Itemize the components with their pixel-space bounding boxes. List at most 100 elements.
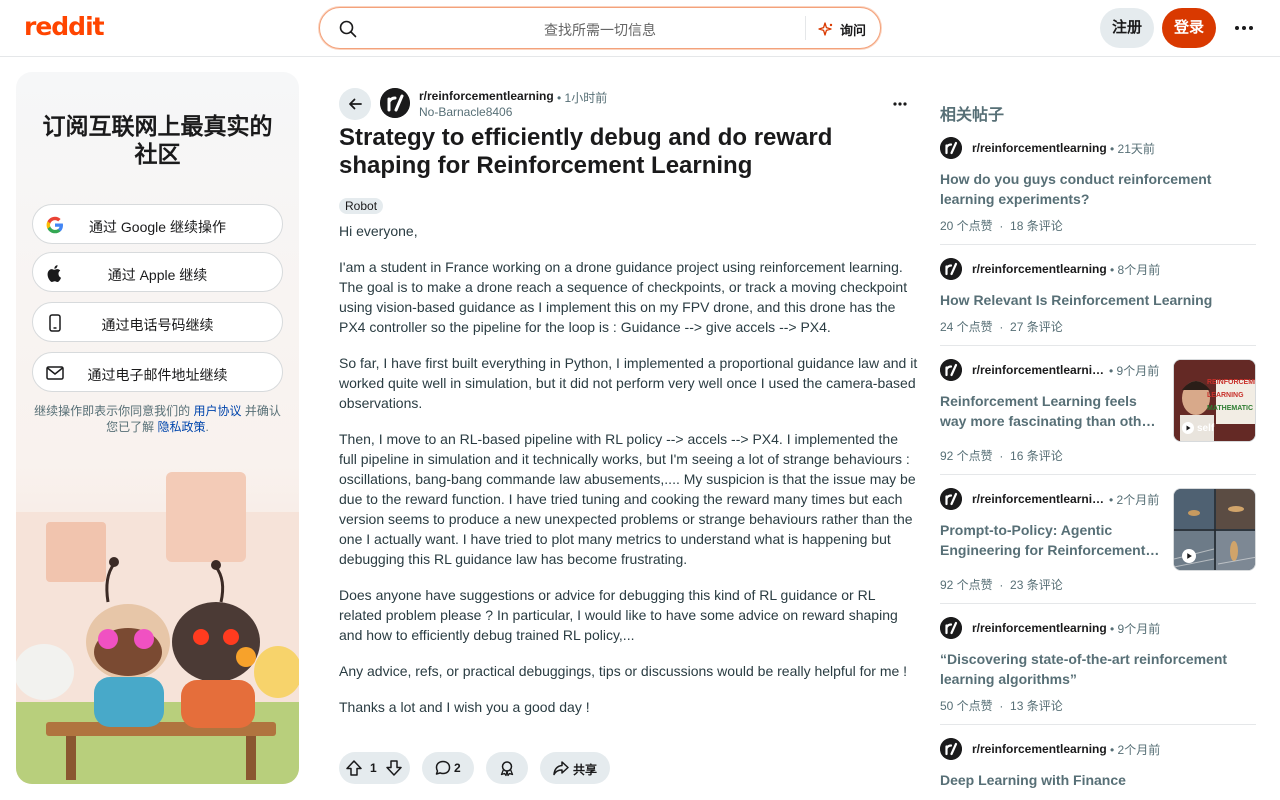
related-time: • 9个月前 bbox=[1110, 622, 1161, 636]
downvote-icon[interactable] bbox=[385, 759, 403, 777]
divider bbox=[940, 474, 1256, 475]
thumbnail-label: self bbox=[1197, 422, 1215, 434]
post-paragraph: I'am a student in France working on a dr… bbox=[339, 259, 908, 335]
related-posts-title: 相关帖子 bbox=[940, 107, 1005, 124]
related-title-line: How Relevant Is Reinforcement Learning bbox=[940, 292, 1213, 308]
post-options-icon[interactable] bbox=[890, 96, 910, 112]
related-subreddit[interactable]: r/reinforcementlearni… bbox=[972, 492, 1106, 506]
more-options-icon[interactable] bbox=[1231, 18, 1257, 38]
related-post[interactable]: r/reinforcementlearning • 21天前 How do yo… bbox=[940, 137, 1256, 245]
video-thumbnail[interactable] bbox=[1173, 488, 1256, 571]
award-button[interactable] bbox=[486, 752, 528, 784]
signup-title: 订阅互联网上最真实的社区 bbox=[42, 113, 273, 167]
related-title[interactable]: Reinforcement Learning feels way more fas… bbox=[940, 391, 1165, 431]
meta-separator: · bbox=[999, 219, 1004, 233]
play-badge: self bbox=[1182, 422, 1214, 434]
signup-panel: 订阅互联网上最真实的社区 通过 Google 继续操作 通过 Apple 继续 … bbox=[16, 72, 299, 784]
email-login-label: 通过电子邮件地址继续 bbox=[87, 367, 228, 383]
signup-button[interactable]: 注册 bbox=[1100, 8, 1154, 48]
related-post[interactable]: r/reinforcementlearning • 2个月前 Deep Lear… bbox=[940, 738, 1256, 800]
vote-bar: 1 bbox=[339, 752, 410, 784]
related-likes: 20 个点赞 bbox=[940, 219, 993, 233]
related-subreddit[interactable]: r/reinforcementlearning bbox=[972, 262, 1107, 276]
email-login-button[interactable]: 通过电子邮件地址继续 bbox=[32, 352, 283, 392]
related-comments: 23 条评论 bbox=[1010, 578, 1063, 592]
award-icon bbox=[500, 761, 514, 777]
login-button[interactable]: 登录 bbox=[1162, 8, 1216, 48]
meta-separator: · bbox=[999, 449, 1004, 463]
google-login-button[interactable]: 通过 Google 继续操作 bbox=[32, 204, 283, 244]
apple-login-button[interactable]: 通过 Apple 继续 bbox=[32, 252, 283, 292]
subreddit-avatar bbox=[940, 258, 962, 280]
thumbnail-line: LEARNING bbox=[1207, 392, 1244, 399]
related-title[interactable]: How do you guys conduct reinforcement lea… bbox=[940, 169, 1211, 209]
sparkle-icon bbox=[818, 21, 833, 36]
related-post[interactable]: r/reinforcementlearni… • 9个月前 Reinforcem… bbox=[940, 359, 1256, 475]
share-icon bbox=[553, 761, 569, 776]
related-title-line: How do you guys conduct reinforcement bbox=[940, 171, 1212, 187]
subreddit-avatar[interactable] bbox=[380, 88, 410, 118]
divider bbox=[940, 724, 1256, 725]
related-subreddit[interactable]: r/reinforcementlearning bbox=[972, 742, 1107, 756]
post-title: Strategy to efficiently debug and do rew… bbox=[339, 124, 833, 179]
related-likes: 92 个点赞 bbox=[940, 449, 993, 463]
related-title-line: learning algorithms” bbox=[940, 671, 1077, 687]
ask-label: 询问 bbox=[840, 23, 867, 38]
ask-button[interactable]: 询问 bbox=[818, 20, 866, 39]
subreddit-name[interactable]: r/reinforcementlearning bbox=[419, 89, 554, 103]
related-subreddit[interactable]: r/reinforcementlearning bbox=[972, 141, 1107, 155]
snoo-illustration bbox=[16, 472, 299, 784]
related-title[interactable]: “Discovering state-of-the-art reinforcem… bbox=[940, 649, 1227, 689]
related-meta: 50 个点赞 · 13 条评论 bbox=[940, 697, 1063, 714]
related-title[interactable]: Deep Learning with Finance bbox=[940, 770, 1126, 790]
related-comments: 18 条评论 bbox=[1010, 219, 1063, 233]
related-title-line: Deep Learning with Finance bbox=[940, 772, 1126, 788]
related-post[interactable]: r/reinforcementlearning • 9个月前 “Discover… bbox=[940, 617, 1256, 725]
related-meta: 92 个点赞 · 23 条评论 bbox=[940, 576, 1063, 593]
reddit-logo[interactable]: reddit bbox=[24, 12, 105, 41]
post-paragraph: So far, I have first built everything in… bbox=[339, 355, 918, 411]
related-likes: 50 个点赞 bbox=[940, 699, 993, 713]
post-paragraph: Hi everyone, bbox=[339, 223, 418, 239]
post-flair[interactable]: Robot bbox=[339, 198, 384, 214]
related-comments: 13 条评论 bbox=[1010, 699, 1063, 713]
play-icon bbox=[1182, 422, 1194, 434]
play-badge bbox=[1182, 549, 1196, 563]
vote-count: 1 bbox=[370, 761, 377, 775]
search-bar[interactable]: 查找所需一切信息 询问 bbox=[319, 7, 881, 49]
video-thumbnail[interactable]: REINFORCEMENT LEARNING MATHEMATIC self bbox=[1173, 359, 1256, 442]
related-title-line: Reinforcement Learning feels bbox=[940, 393, 1137, 409]
related-post[interactable]: r/reinforcementlearni… • 2个月前 Prompt-to-… bbox=[940, 488, 1256, 604]
thumbnail-line: REINFORCEMENT bbox=[1207, 379, 1255, 386]
thumbnail-text: REINFORCEMENT LEARNING MATHEMATIC bbox=[1207, 376, 1255, 415]
subreddit-avatar bbox=[940, 359, 962, 381]
related-time: • 21天前 bbox=[1110, 142, 1155, 156]
comments-button[interactable]: 2 bbox=[422, 752, 474, 784]
phone-login-button[interactable]: 通过电话号码继续 bbox=[32, 302, 283, 342]
related-subreddit[interactable]: r/reinforcementlearning bbox=[972, 621, 1107, 635]
post-author[interactable]: No-Barnacle8406 bbox=[419, 105, 512, 119]
share-button[interactable]: 共享 bbox=[540, 752, 610, 784]
related-title-line: Prompt-to-Policy: Agentic bbox=[940, 522, 1113, 538]
comment-icon bbox=[435, 760, 451, 775]
phone-login-label: 通过电话号码继续 bbox=[101, 317, 214, 333]
related-title-line: “Discovering state-of-the-art reinforcem… bbox=[940, 651, 1228, 667]
terms-prefix: 继续操作即表示你同意我们的 bbox=[34, 404, 194, 418]
related-title[interactable]: How Relevant Is Reinforcement Learning bbox=[940, 290, 1212, 310]
terms-text: 继续操作即表示你同意我们的 用户协议 并确认您已了解 隐私政策. bbox=[30, 403, 285, 435]
post-paragraph: Thanks a lot and I wish you a good day ! bbox=[339, 699, 590, 715]
related-meta: 92 个点赞 · 16 条评论 bbox=[940, 447, 1063, 464]
related-comments: 16 条评论 bbox=[1010, 449, 1063, 463]
post-paragraph: Then, I move to an RL-based pipeline wit… bbox=[339, 431, 916, 567]
back-button[interactable] bbox=[339, 88, 371, 120]
top-bar: reddit 查找所需一切信息 询问 注册 登录 bbox=[0, 0, 1280, 57]
related-comments: 27 条评论 bbox=[1010, 320, 1063, 334]
related-title[interactable]: Prompt-to-Policy: Agentic Engineering for… bbox=[940, 520, 1165, 560]
search-divider bbox=[805, 16, 806, 40]
apple-login-label: 通过 Apple 继续 bbox=[107, 267, 208, 283]
related-post[interactable]: r/reinforcementlearning • 8个月前 How Relev… bbox=[940, 258, 1256, 366]
upvote-icon[interactable] bbox=[345, 759, 363, 777]
user-agreement-link[interactable]: 用户协议 bbox=[193, 404, 241, 418]
related-subreddit[interactable]: r/reinforcementlearni… bbox=[972, 363, 1106, 377]
privacy-policy-link[interactable]: 隐私政策 bbox=[157, 420, 205, 434]
